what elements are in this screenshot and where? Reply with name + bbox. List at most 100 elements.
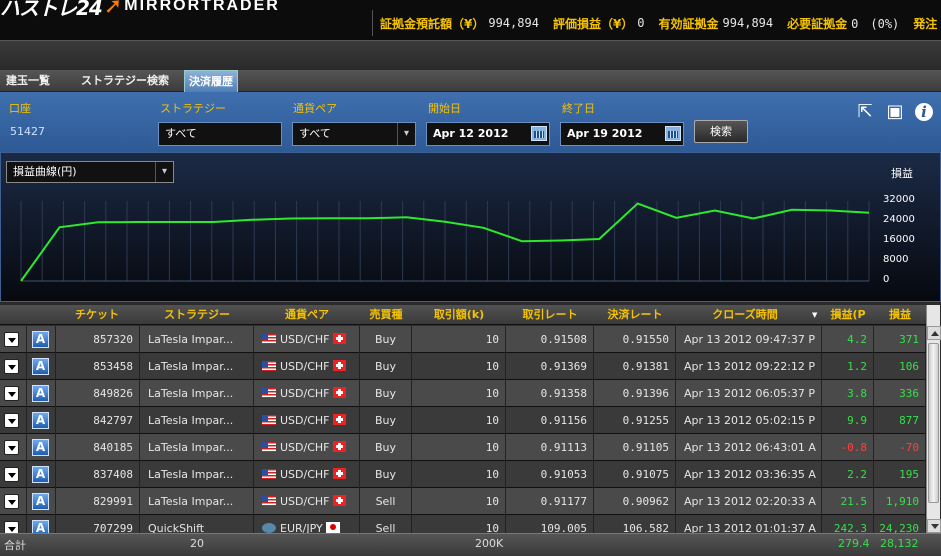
- y-tick-label: 32000: [883, 194, 915, 205]
- table-row[interactable]: A 853458 LaTesla Impar... USD/CHF Buy 10 0.913…: [0, 353, 926, 380]
- strategy-a-icon[interactable]: A: [32, 520, 49, 533]
- column-header[interactable]: 決済レート: [594, 305, 676, 325]
- column-header[interactable]: 通貨ペア: [254, 305, 360, 325]
- start-date-field[interactable]: Apr 12 2012: [426, 122, 550, 146]
- row-dropdown-icon[interactable]: [4, 467, 19, 482]
- row-dropdown-icon[interactable]: [4, 494, 19, 509]
- row-menu-cell: [0, 515, 27, 533]
- required-margin-label: 必要証拠金: [787, 16, 848, 31]
- strategy-a-icon[interactable]: A: [32, 358, 49, 375]
- table-scrollbar[interactable]: [926, 305, 941, 533]
- search-button[interactable]: 検索: [694, 120, 748, 143]
- info-icon[interactable]: i: [915, 103, 933, 121]
- amount-cell: 10: [412, 488, 506, 515]
- row-dropdown-icon[interactable]: [4, 413, 19, 428]
- amount-cell: 10: [412, 353, 506, 380]
- pl-cell: 195: [874, 461, 926, 488]
- pl-chart: 損益曲線(円) ▾ 損益 32000 24000 16000 8000 0: [0, 152, 941, 302]
- strategy-a-icon[interactable]: A: [32, 385, 49, 402]
- pair-cell: USD/CHF: [254, 326, 360, 353]
- pair-cell: USD/CHF: [254, 488, 360, 515]
- table-row[interactable]: A 837408 LaTesla Impar... USD/CHF Buy 10 0.910…: [0, 461, 926, 488]
- row-dropdown-icon[interactable]: [4, 440, 19, 455]
- pair-select[interactable]: すべて ▾: [292, 122, 416, 146]
- table-row[interactable]: A 849826 LaTesla Impar... USD/CHF Buy 10 0.913…: [0, 380, 926, 407]
- save-icon[interactable]: ▣: [884, 102, 906, 122]
- open-rate-cell: 109.005: [506, 515, 594, 533]
- filter-panel: 口座 51427 ストラテジー すべて 通貨ペア すべて ▾ 開始日 Apr 1…: [0, 92, 941, 152]
- column-header[interactable]: [0, 305, 27, 325]
- end-date-value: Apr 19 2012: [567, 127, 643, 140]
- swiss-flag-icon: [332, 414, 346, 425]
- calendar-icon[interactable]: [531, 126, 547, 141]
- eu-flag-icon: [262, 523, 276, 533]
- strategy-a-icon[interactable]: A: [32, 331, 49, 348]
- y-tick-label: 24000: [883, 214, 915, 225]
- row-dropdown-icon[interactable]: [4, 386, 19, 401]
- close-time-cell: Apr 13 2012 01:01:37 A: [676, 515, 822, 533]
- us-flag-icon: [262, 361, 276, 371]
- pl-cell: 371: [874, 326, 926, 353]
- column-header[interactable]: チケット: [54, 305, 140, 325]
- y-tick-label: 8000: [883, 254, 909, 265]
- column-header[interactable]: 損益: [874, 305, 926, 325]
- pips-cell: 2.2: [822, 461, 874, 488]
- scroll-thumb[interactable]: [928, 343, 939, 503]
- pl-cell: 106: [874, 353, 926, 380]
- row-dropdown-icon[interactable]: [4, 521, 19, 533]
- column-header[interactable]: クローズ時間: [676, 305, 822, 325]
- strategy-a-icon[interactable]: A: [32, 439, 49, 456]
- end-date-field[interactable]: Apr 19 2012: [560, 122, 684, 146]
- close-time-cell: Apr 13 2012 06:43:01 A: [676, 434, 822, 461]
- column-header[interactable]: 売買種: [360, 305, 412, 325]
- swiss-flag-icon: [332, 333, 346, 344]
- total-pl: 28,132: [880, 537, 919, 550]
- row-menu-cell: [0, 407, 27, 434]
- strategy-cell: LaTesla Impar...: [140, 380, 254, 407]
- column-header[interactable]: 取引レート: [506, 305, 594, 325]
- scroll-up-icon[interactable]: [927, 326, 941, 340]
- ticket-cell: 707299: [54, 515, 140, 533]
- ticket-cell: 842797: [54, 407, 140, 434]
- export-icon[interactable]: ⇱: [854, 102, 876, 122]
- pair-text: USD/CHF: [280, 495, 330, 508]
- table-row[interactable]: A 707299 QuickShift EUR/JPY Sell 10 109.005 106…: [0, 515, 926, 533]
- open-rate-cell: 0.91156: [506, 407, 594, 434]
- table-row[interactable]: A 857320 LaTesla Impar... USD/CHF Buy 10 0.915…: [0, 326, 926, 353]
- column-header[interactable]: 取引額(k): [412, 305, 506, 325]
- close-time-cell: Apr 13 2012 05:02:15 P: [676, 407, 822, 434]
- chevron-down-icon: ▾: [397, 123, 415, 145]
- strategy-field[interactable]: すべて: [158, 122, 282, 146]
- pair-cell: USD/CHF: [254, 353, 360, 380]
- column-header[interactable]: 損益(P: [822, 305, 874, 325]
- brand-name: ハストレ24: [0, 0, 103, 20]
- scroll-down-icon[interactable]: [927, 519, 941, 533]
- column-header[interactable]: [27, 305, 56, 325]
- ticket-cell: 853458: [54, 353, 140, 380]
- table-row[interactable]: A 829991 LaTesla Impar... USD/CHF Sell 10 0.91…: [0, 488, 926, 515]
- required-margin-value: 0 (0%): [851, 16, 900, 31]
- strategy-a-icon[interactable]: A: [32, 466, 49, 483]
- pair-cell: USD/CHF: [254, 380, 360, 407]
- tab-strategy-search[interactable]: ストラテジー検索: [77, 70, 173, 92]
- tab-positions[interactable]: 建玉一覧: [2, 70, 54, 92]
- pair-text: USD/CHF: [280, 414, 330, 427]
- calendar-icon[interactable]: [665, 126, 681, 141]
- sort-desc-icon: ▼: [812, 311, 818, 319]
- japan-flag-icon: [325, 522, 340, 533]
- close-rate-cell: 0.91550: [594, 326, 676, 353]
- order-label: 発注: [913, 16, 938, 31]
- strategy-cell: LaTesla Impar...: [140, 461, 254, 488]
- close-time-cell: Apr 13 2012 03:36:35 A: [676, 461, 822, 488]
- column-header[interactable]: ストラテジー: [140, 305, 254, 325]
- row-dropdown-icon[interactable]: [4, 332, 19, 347]
- open-rate-cell: 0.91508: [506, 326, 594, 353]
- strategy-a-icon[interactable]: A: [32, 493, 49, 510]
- row-dropdown-icon[interactable]: [4, 359, 19, 374]
- side-cell: Buy: [360, 461, 412, 488]
- tab-settlement-history[interactable]: 決済履歴: [184, 70, 238, 92]
- total-amount: 200K: [475, 537, 504, 550]
- strategy-a-icon[interactable]: A: [32, 412, 49, 429]
- table-row[interactable]: A 842797 LaTesla Impar... USD/CHF Buy 10 0.911…: [0, 407, 926, 434]
- table-row[interactable]: A 840185 LaTesla Impar... USD/CHF Buy 10 0.911…: [0, 434, 926, 461]
